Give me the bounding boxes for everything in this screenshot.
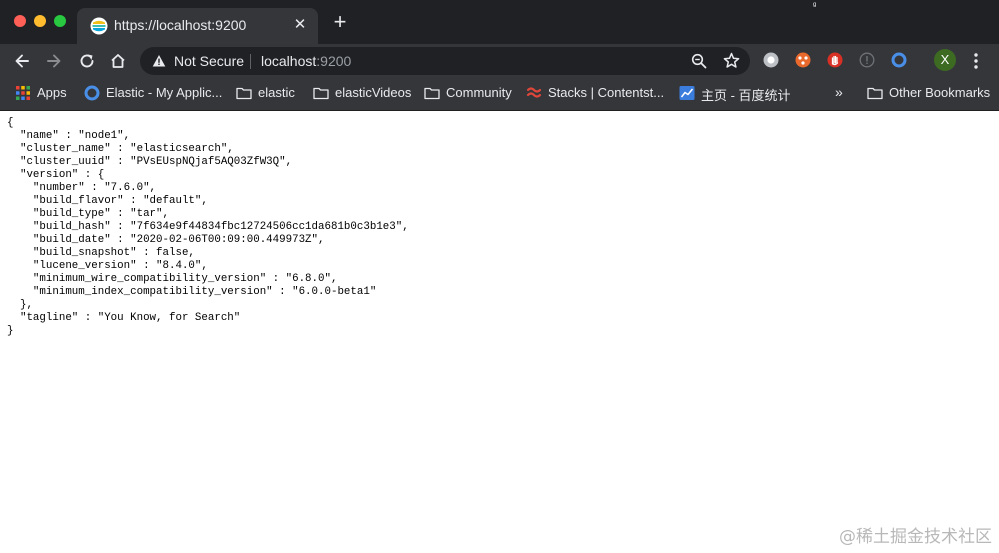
not-secure-label[interactable]: Not Secure — [174, 53, 244, 69]
forward-arrow-icon[interactable] — [44, 51, 64, 71]
bookmark-label: Community — [446, 85, 512, 100]
bookmark-folder-community[interactable]: Community — [424, 83, 514, 103]
zoom-icon[interactable] — [691, 53, 707, 69]
apps-grid-icon — [16, 86, 30, 100]
extension-orange-icon[interactable] — [795, 52, 811, 68]
bookmark-label: Apps — [37, 85, 67, 100]
tab-title: https://localhost:9200 — [114, 17, 247, 33]
folder-icon — [313, 87, 329, 100]
maximize-window-button[interactable] — [54, 15, 66, 27]
extension-red-hand-icon[interactable] — [827, 52, 843, 68]
home-icon[interactable] — [108, 51, 128, 71]
url-text[interactable]: localhost:9200 — [261, 53, 351, 69]
bookmark-label: Other Bookmarks — [889, 85, 991, 100]
menu-kebab-icon[interactable] — [969, 52, 983, 70]
circle-blue-icon — [84, 85, 100, 101]
bookmark-baidu-tongji[interactable]: 主页 - 百度统计 — [679, 83, 799, 103]
address-bar[interactable]: Not Secure localhost:9200 — [140, 47, 750, 75]
new-tab-button[interactable]: + — [331, 11, 349, 33]
title-bar: https://localhost:9200 ✕ + ᵍ — [0, 0, 999, 44]
active-tab[interactable]: https://localhost:9200 ✕ — [77, 8, 318, 44]
extension-blue-ring-icon[interactable] — [891, 52, 907, 68]
extension-info-icon[interactable] — [859, 52, 875, 68]
folder-icon — [867, 87, 883, 100]
address-separator — [250, 54, 251, 69]
contentstack-icon — [526, 87, 542, 98]
bookmark-label: Elastic - My Applic... — [106, 85, 223, 100]
json-response-text: { "name" : "node1", "cluster_name" : "el… — [7, 117, 409, 337]
window-corner-glyph: ᵍ — [813, 0, 817, 10]
folder-icon — [236, 87, 252, 100]
url-port: :9200 — [316, 53, 352, 69]
extension-grey-icon[interactable] — [763, 52, 779, 68]
bookmark-elastic-my-applic[interactable]: Elastic - My Applic... — [84, 83, 224, 103]
bookmark-label: Stacks | Contentst... — [548, 85, 665, 100]
chart-icon — [679, 86, 695, 100]
minimize-window-button[interactable] — [34, 15, 46, 27]
more-bookmarks-chevron-icon[interactable]: » — [835, 84, 843, 100]
close-window-button[interactable] — [14, 15, 26, 27]
watermark-text: @稀土掘金技术社区 — [839, 527, 992, 547]
tab-close-icon[interactable]: ✕ — [292, 16, 308, 34]
bookmark-apps[interactable]: Apps — [15, 83, 75, 103]
bookmark-star-icon[interactable] — [723, 52, 740, 69]
bookmarks-bar: Apps Elastic - My Applic... elastic elas… — [0, 77, 999, 111]
folder-icon — [424, 87, 440, 100]
bookmark-folder-elasticvideos[interactable]: elasticVideos — [313, 83, 413, 103]
warning-triangle-icon[interactable] — [152, 54, 166, 68]
reload-icon[interactable] — [77, 51, 97, 71]
page-content: { "name" : "node1", "cluster_name" : "el… — [0, 111, 999, 553]
bookmark-label: 主页 - 百度统计 — [701, 88, 791, 103]
bookmark-other-bookmarks[interactable]: Other Bookmarks — [867, 83, 992, 103]
profile-avatar[interactable]: X — [934, 49, 956, 71]
browser-toolbar: Not Secure localhost:9200 X — [0, 44, 999, 77]
bookmark-label: elastic — [258, 85, 295, 100]
back-arrow-icon[interactable] — [12, 51, 32, 71]
bookmark-label: elasticVideos — [335, 85, 412, 100]
url-host: localhost — [261, 53, 317, 69]
bookmark-stacks-contentstack[interactable]: Stacks | Contentst... — [526, 83, 666, 103]
elastic-favicon-icon — [90, 17, 108, 35]
bookmark-folder-elastic[interactable]: elastic — [236, 83, 300, 103]
